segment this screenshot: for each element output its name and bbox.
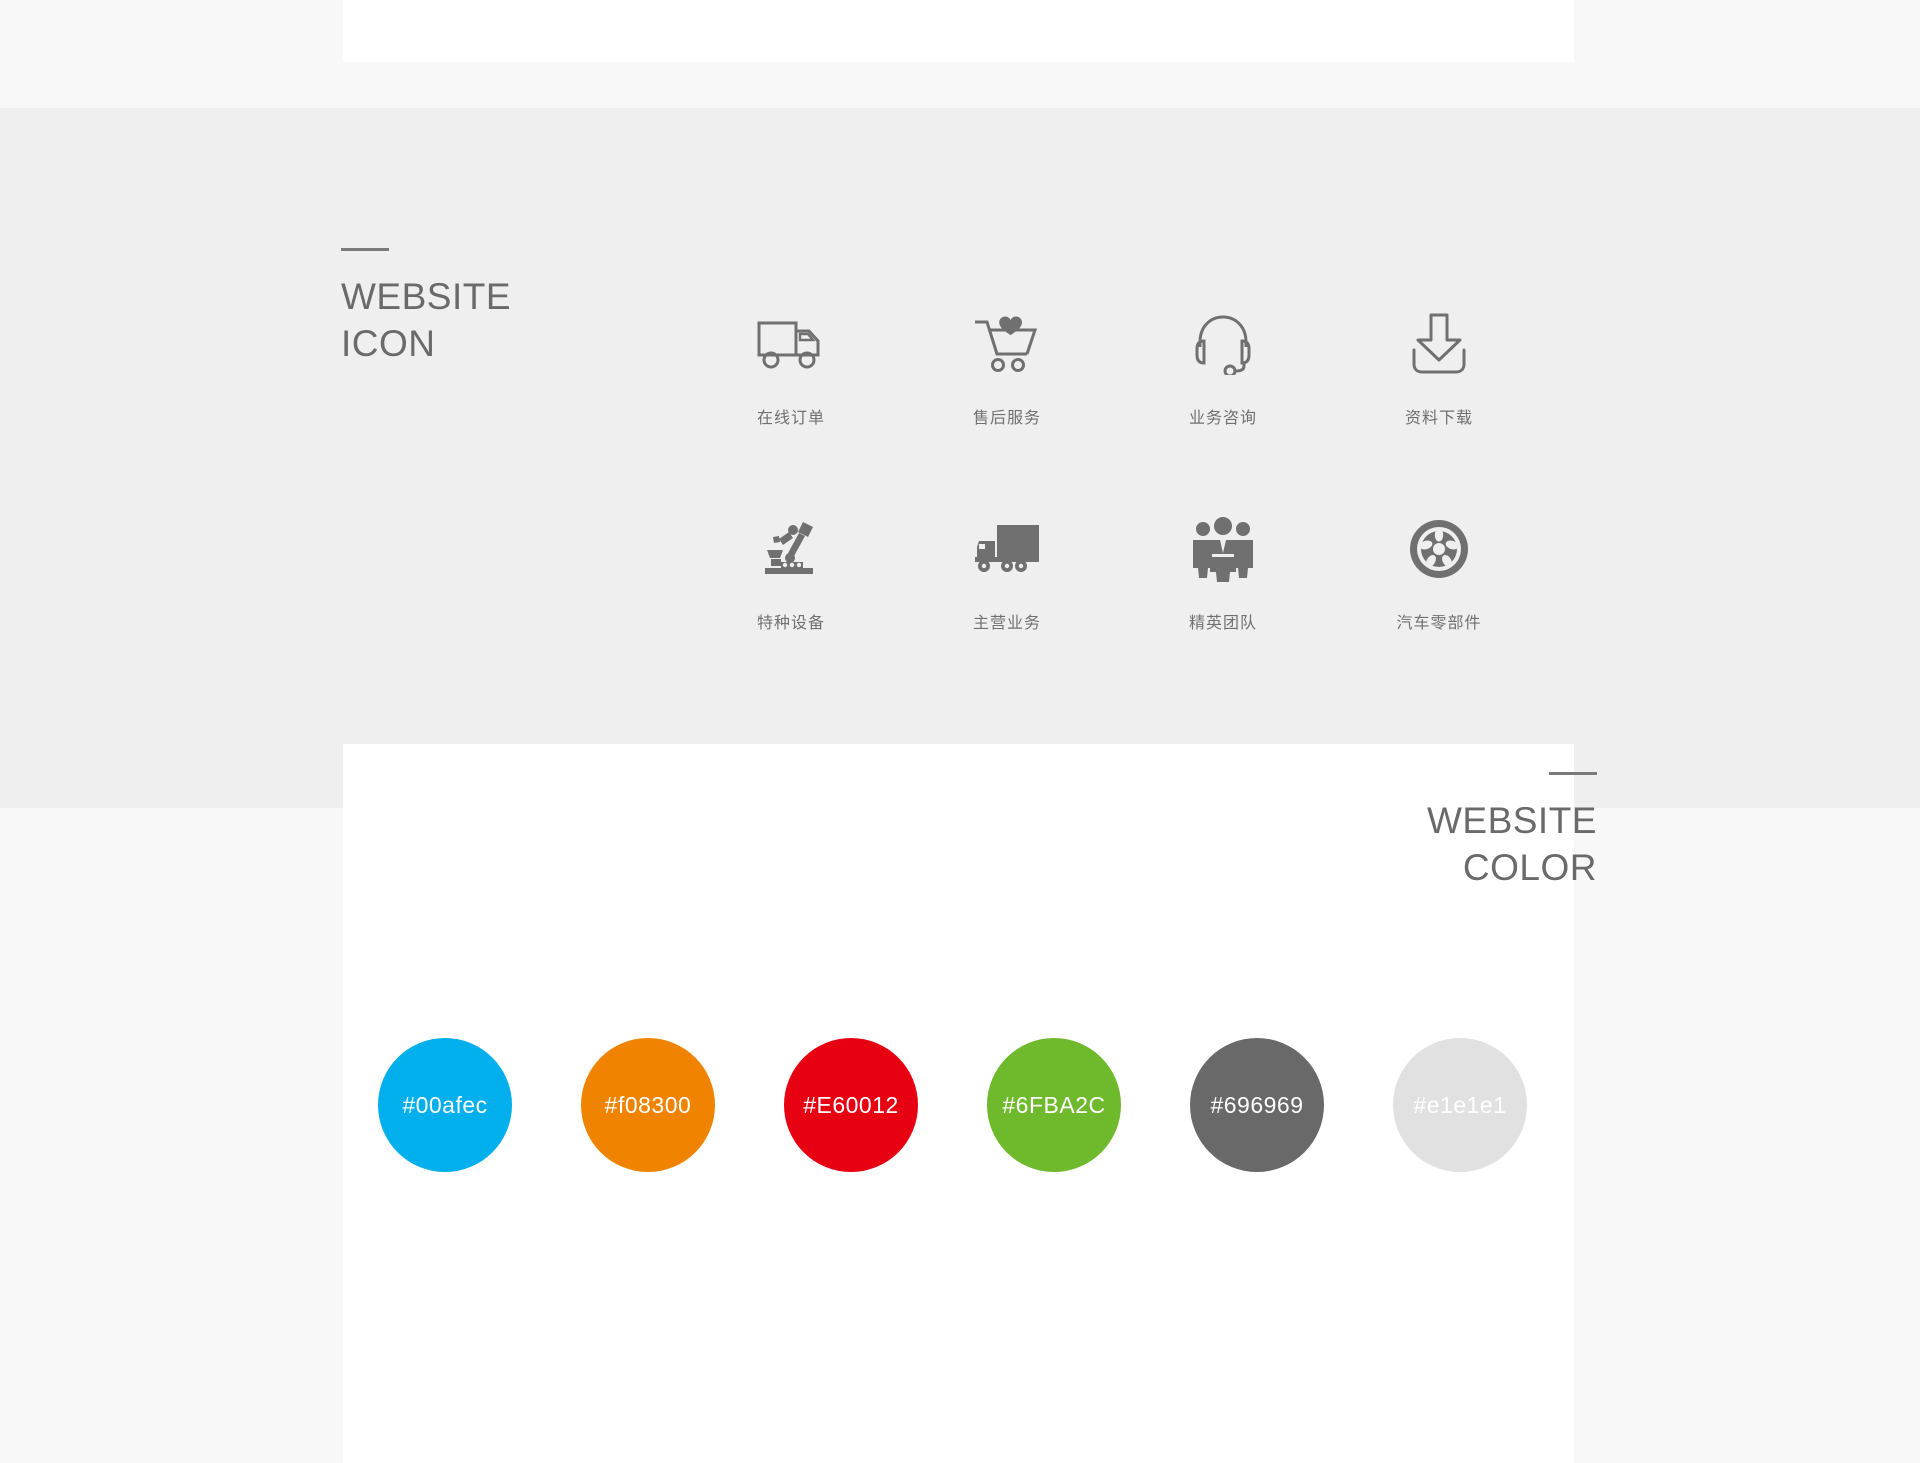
- icon-cell-after-sales[interactable]: 售后服务: [899, 300, 1115, 505]
- color-swatch-label: #6FBA2C: [1002, 1091, 1106, 1118]
- download-icon: [1410, 308, 1468, 380]
- color-swatch-label: #E60012: [803, 1091, 899, 1118]
- heading-line-2: COLOR: [1462, 847, 1597, 888]
- icon-label: 汽车零部件: [1396, 613, 1482, 632]
- icon-cell-download[interactable]: 资料下载: [1331, 300, 1547, 505]
- color-swatch-orange[interactable]: #f08300: [581, 1038, 715, 1172]
- shopping-cart-heart-icon: [973, 308, 1041, 380]
- color-palette-row: #00afec #f08300 #E60012 #6FBA2C #696969 …: [378, 1038, 1538, 1172]
- delivery-truck-icon: [756, 308, 826, 380]
- website-icon-grid: 在线订单 售后服务 业务咨询 资料下载 特种设备 主营业务 精英团队 汽车零部件: [683, 300, 1549, 710]
- robotic-arm-icon: [759, 513, 823, 585]
- website-color-heading: WEBSITE COLOR: [1427, 772, 1597, 891]
- icon-cell-auto-parts[interactable]: 汽车零部件: [1331, 505, 1547, 710]
- color-swatch-red[interactable]: #E60012: [784, 1038, 918, 1172]
- icon-cell-elite-team[interactable]: 精英团队: [1115, 505, 1331, 710]
- top-white-panel: [343, 0, 1574, 62]
- icon-cell-main-business[interactable]: 主营业务: [899, 505, 1115, 710]
- car-wheel-icon: [1407, 513, 1471, 585]
- heading-line-2: ICON: [341, 323, 436, 364]
- icon-label: 资料下载: [1404, 408, 1473, 427]
- icon-label: 在线订单: [756, 408, 825, 427]
- color-swatch-label: #00afec: [402, 1091, 488, 1118]
- icon-cell-special-equipment[interactable]: 特种设备: [683, 505, 899, 710]
- color-swatch-green[interactable]: #6FBA2C: [987, 1038, 1121, 1172]
- icon-label: 售后服务: [972, 408, 1041, 427]
- icon-label: 精英团队: [1188, 613, 1257, 632]
- heading-rule: [341, 248, 389, 251]
- icon-label: 特种设备: [756, 613, 825, 632]
- heading-line-1: WEBSITE: [341, 276, 512, 317]
- color-swatch-label: #696969: [1210, 1091, 1304, 1118]
- headset-icon: [1192, 308, 1254, 380]
- icon-label: 业务咨询: [1188, 408, 1257, 427]
- semi-truck-icon: [973, 513, 1041, 585]
- heading-rule: [1549, 772, 1597, 775]
- color-swatch-label: #e1e1e1: [1413, 1091, 1507, 1118]
- color-swatch-label: #f08300: [604, 1091, 692, 1118]
- website-icon-heading: WEBSITE ICON: [341, 248, 511, 367]
- color-swatch-dark-gray[interactable]: #696969: [1190, 1038, 1324, 1172]
- heading-line-1: WEBSITE: [1426, 800, 1597, 841]
- icon-label: 主营业务: [972, 613, 1041, 632]
- color-swatch-light-gray[interactable]: #e1e1e1: [1393, 1038, 1527, 1172]
- team-people-icon: [1190, 513, 1256, 585]
- color-swatch-blue[interactable]: #00afec: [378, 1038, 512, 1172]
- icon-cell-online-order[interactable]: 在线订单: [683, 300, 899, 505]
- icon-cell-business-consulting[interactable]: 业务咨询: [1115, 300, 1331, 505]
